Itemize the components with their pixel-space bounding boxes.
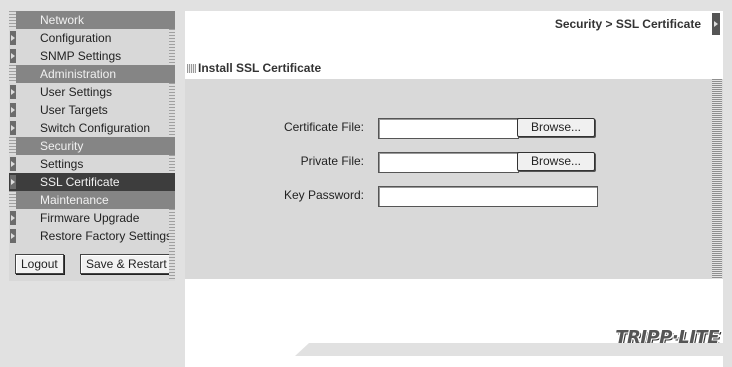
sidebar-item-label: Settings bbox=[40, 157, 84, 171]
sidebar-header-security: Security bbox=[9, 137, 175, 155]
sidebar-item-label: Switch Configuration bbox=[40, 121, 151, 135]
form-panel: Certificate File: Browse... Private File… bbox=[185, 79, 723, 279]
sidebar-header-administration: Administration bbox=[9, 65, 175, 83]
row-stripe bbox=[169, 245, 175, 281]
section-title-text: Install SSL Certificate bbox=[198, 61, 322, 75]
sidebar-item-restore-factory-settings[interactable]: Restore Factory Settings bbox=[9, 227, 175, 245]
sidebar-item-label: Firmware Upgrade bbox=[40, 211, 140, 225]
sidebar-item-switch-configuration[interactable]: Switch Configuration bbox=[9, 119, 175, 137]
arrow-icon bbox=[10, 49, 16, 63]
arrow-icon bbox=[10, 103, 16, 117]
row-stripe bbox=[169, 209, 175, 227]
sidebar-item-user-targets[interactable]: User Targets bbox=[9, 101, 175, 119]
private-file-input[interactable] bbox=[378, 152, 519, 173]
header-stripe bbox=[9, 11, 16, 29]
main-content: Security > SSL Certificate Install SSL C… bbox=[185, 11, 723, 367]
sidebar-item-configuration[interactable]: Configuration bbox=[9, 29, 175, 47]
sidebar-item-user-settings[interactable]: User Settings bbox=[9, 83, 175, 101]
certificate-file-label: Certificate File: bbox=[283, 120, 364, 134]
sidebar-header-label: Maintenance bbox=[40, 193, 109, 207]
sidebar-item-firmware-upgrade[interactable]: Firmware Upgrade bbox=[9, 209, 175, 227]
row-stripe bbox=[169, 227, 175, 245]
key-password-input[interactable] bbox=[378, 186, 598, 207]
arrow-icon bbox=[10, 229, 16, 243]
sidebar-header-label: Network bbox=[40, 13, 85, 27]
footer-tab bbox=[295, 343, 723, 356]
sidebar-item-label: Restore Factory Settings bbox=[40, 229, 173, 243]
sidebar-item-label: Configuration bbox=[40, 31, 112, 45]
private-browse-button[interactable]: Browse... bbox=[517, 152, 595, 171]
header-stripe bbox=[9, 137, 16, 155]
row-stripe bbox=[169, 29, 175, 47]
save-restart-button[interactable]: Save & Restart bbox=[80, 254, 173, 274]
arrow-icon bbox=[10, 121, 16, 135]
collapse-tab-icon[interactable] bbox=[712, 13, 720, 35]
sidebar-item-label: User Settings bbox=[40, 85, 113, 99]
row-stripe bbox=[169, 47, 175, 65]
sidebar-item-label: SNMP Settings bbox=[40, 49, 122, 63]
sidebar-header-label: Security bbox=[40, 139, 84, 153]
sidebar-item-ssl-certificate[interactable]: SSL Certificate bbox=[9, 173, 175, 191]
sidebar-header-maintenance: Maintenance bbox=[9, 191, 175, 209]
arrow-icon bbox=[10, 157, 16, 171]
header-stripe bbox=[9, 191, 16, 209]
sidebar-item-label: User Targets bbox=[40, 103, 108, 117]
sidebar-header-network: Network bbox=[9, 11, 175, 29]
panel-stripe bbox=[712, 79, 722, 279]
arrow-icon bbox=[10, 85, 16, 99]
arrow-icon bbox=[10, 175, 16, 189]
key-password-label: Key Password: bbox=[283, 188, 364, 202]
logout-button[interactable]: Logout bbox=[15, 254, 64, 274]
sidebar-footer: Logout Save & Restart bbox=[9, 245, 175, 281]
certificate-browse-button[interactable]: Browse... bbox=[517, 118, 595, 137]
arrow-icon bbox=[10, 211, 16, 225]
arrow-icon bbox=[10, 31, 16, 45]
section-title: Install SSL Certificate bbox=[187, 61, 321, 75]
header-stripe bbox=[9, 65, 16, 83]
row-stripe bbox=[169, 83, 175, 101]
row-stripe bbox=[169, 119, 175, 137]
private-file-label: Private File: bbox=[300, 154, 364, 168]
sidebar-item-settings[interactable]: Settings bbox=[9, 155, 175, 173]
sidebar-item-label: SSL Certificate bbox=[40, 175, 120, 189]
sidebar: Network Configuration SNMP Settings Admi… bbox=[9, 11, 175, 281]
row-stripe bbox=[169, 101, 175, 119]
breadcrumb: Security > SSL Certificate bbox=[554, 17, 701, 31]
certificate-file-input[interactable] bbox=[378, 118, 519, 139]
sidebar-header-label: Administration bbox=[40, 67, 117, 81]
row-stripe bbox=[169, 155, 175, 173]
section-icon bbox=[187, 64, 196, 73]
sidebar-item-snmp-settings[interactable]: SNMP Settings bbox=[9, 47, 175, 65]
